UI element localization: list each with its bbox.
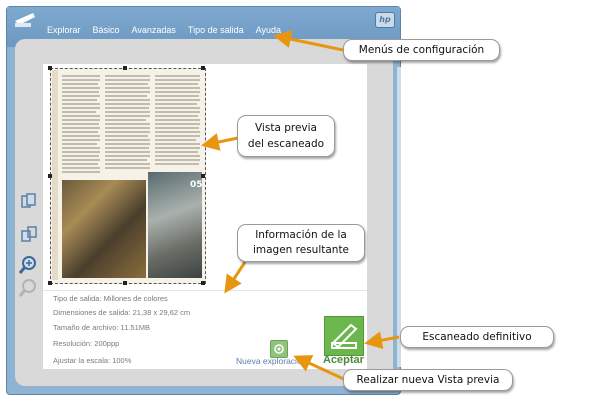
callout-menus: Menús de configuración — [343, 39, 500, 61]
callout-final-scan: Escaneado definitivo — [400, 326, 554, 348]
callout-new-preview: Realizar nueva Vista previa — [343, 369, 513, 391]
callout-info-line1: Información de la — [255, 229, 347, 241]
callout-preview-line1: Vista previa — [254, 122, 317, 134]
callout-preview: Vista previa del escaneado — [237, 115, 335, 157]
callout-info: Información de la imagen resultante — [237, 224, 365, 262]
callout-info-line2: imagen resultante — [252, 244, 350, 256]
callout-preview-line2: del escaneado — [247, 138, 325, 150]
